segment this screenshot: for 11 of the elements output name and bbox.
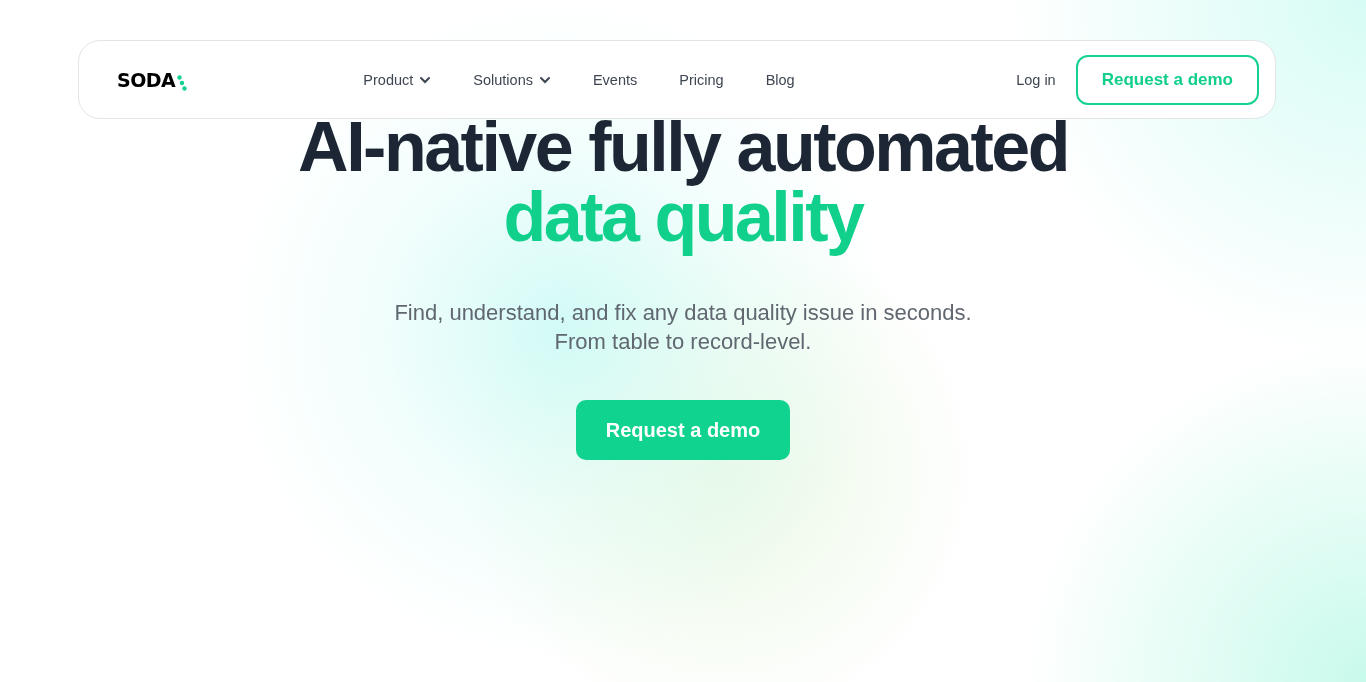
chevron-down-icon — [538, 75, 551, 84]
nav-link[interactable]: Product — [363, 71, 432, 88]
logo[interactable]: SODA — [117, 68, 176, 91]
nav-link[interactable]: Pricing — [679, 71, 724, 88]
chevron-down-icon — [419, 75, 432, 84]
nav-link[interactable]: Solutions — [473, 71, 551, 88]
dots-icon — [177, 74, 188, 91]
nav-link[interactable]: Events — [592, 71, 638, 88]
login-link[interactable]: Log in — [1016, 71, 1056, 88]
nav-link[interactable]: Blog — [765, 71, 795, 88]
hero-subtitle: Find, understand, and fix any data quality issue in seconds. From table to record-level. — [394, 299, 972, 356]
